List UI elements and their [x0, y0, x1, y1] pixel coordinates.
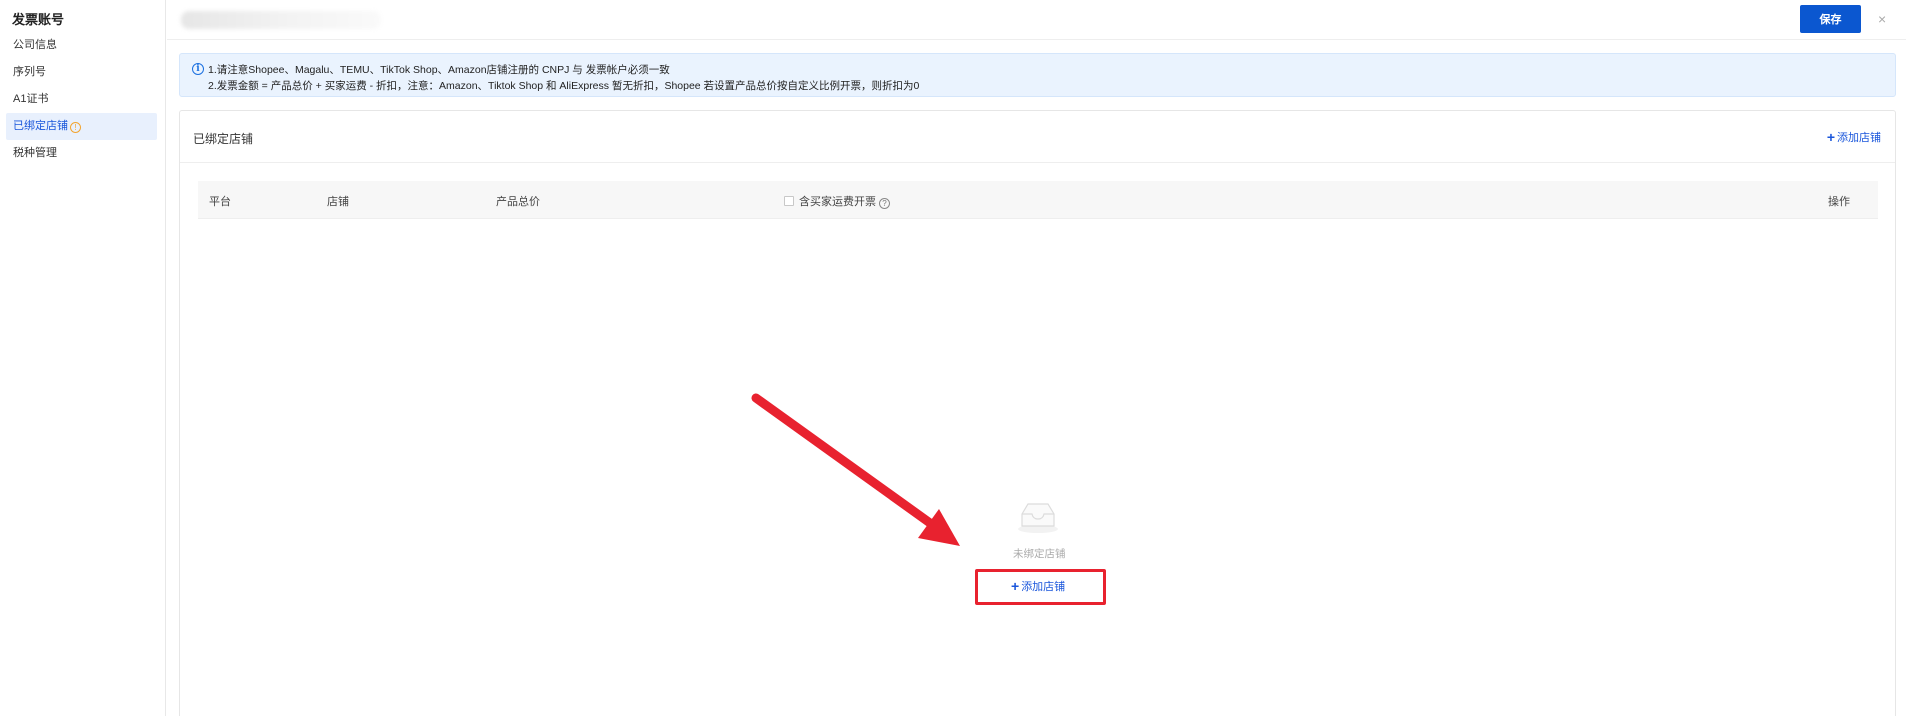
- plus-icon: +: [1011, 578, 1020, 594]
- sidebar-item-label: 已绑定店铺: [13, 120, 68, 132]
- close-icon[interactable]: ×: [1878, 12, 1892, 26]
- info-icon: i: [192, 63, 204, 75]
- empty-add-store-label: 添加店铺: [1021, 581, 1066, 593]
- sidebar-item-a1-certificate[interactable]: A1证书: [6, 86, 157, 113]
- notice-line-2: 2.发票金额 = 产品总价 + 买家运费 - 折扣，注意：Amazon、Tikt…: [208, 80, 920, 92]
- empty-state-text: 未绑定店铺: [1013, 548, 1066, 560]
- empty-inbox-icon: [1018, 503, 1058, 533]
- card-title: 已绑定店铺: [193, 132, 254, 146]
- warning-icon: !: [70, 122, 81, 133]
- add-store-button[interactable]: + 添加店铺: [1827, 129, 1881, 145]
- sidebar-item-label: 税种管理: [13, 147, 57, 159]
- shipping-invoice-label: 含买家运费开票: [799, 196, 876, 208]
- blurred-account-name: [181, 11, 381, 29]
- column-product-total: 产品总价: [496, 196, 540, 208]
- add-store-label: 添加店铺: [1837, 132, 1881, 144]
- sidebar: 发票账号 公司信息 序列号 A1证书 已绑定店铺! 税种管理: [0, 0, 166, 716]
- top-bar: 保存 ×: [167, 0, 1906, 40]
- sidebar-item-label: A1证书: [13, 93, 49, 105]
- table-header: 平台 店铺 产品总价 含买家运费开票? 操作: [198, 181, 1878, 219]
- column-platform: 平台: [209, 196, 231, 208]
- shipping-invoice-checkbox[interactable]: [784, 196, 794, 206]
- bound-stores-card: 已绑定店铺 + 添加店铺 平台 店铺 产品总价 含买家运费开票? 操作: [179, 110, 1896, 716]
- column-actions: 操作: [1828, 196, 1850, 208]
- empty-add-store-button[interactable]: + 添加店铺: [1011, 578, 1065, 594]
- sidebar-item-bound-stores[interactable]: 已绑定店铺!: [6, 113, 157, 140]
- notice-banner: i 1.请注意Shopee、Magalu、TEMU、TikTok Shop、Am…: [179, 53, 1896, 97]
- sidebar-item-label: 序列号: [13, 66, 46, 78]
- sidebar-item-tax-management[interactable]: 税种管理: [6, 140, 157, 167]
- column-store: 店铺: [327, 196, 349, 208]
- sidebar-item-company-info[interactable]: 公司信息: [6, 32, 157, 59]
- card-header: 已绑定店铺 + 添加店铺: [180, 111, 1895, 163]
- save-button[interactable]: 保存: [1800, 5, 1861, 33]
- sidebar-title: 发票账号: [12, 12, 65, 27]
- sidebar-item-serial-number[interactable]: 序列号: [6, 59, 157, 86]
- column-shipping-invoice: 含买家运费开票?: [784, 193, 890, 209]
- help-icon[interactable]: ?: [879, 198, 890, 209]
- sidebar-item-label: 公司信息: [13, 39, 57, 51]
- notice-line-1: 1.请注意Shopee、Magalu、TEMU、TikTok Shop、Amaz…: [208, 64, 670, 76]
- plus-icon: +: [1826, 129, 1835, 145]
